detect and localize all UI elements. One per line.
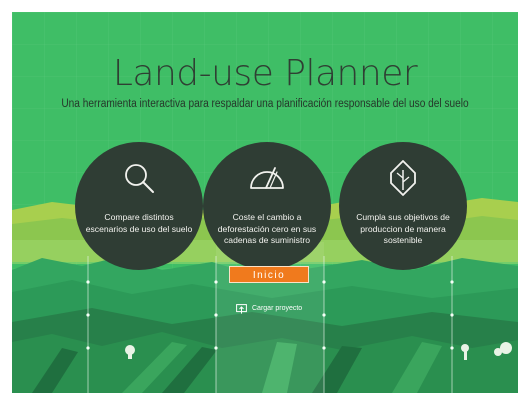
feature-text: Cumpla sus objetivos de produccion de ma… <box>356 212 450 245</box>
landing-screen: Land-use Planner Una herramienta interac… <box>12 12 518 393</box>
gauge-icon <box>250 167 284 189</box>
app-subtitle: Una herramienta interactiva para respald… <box>61 98 469 110</box>
feature-text: Compare distintos escenarios de uso del … <box>85 212 193 234</box>
app-title: Land-use Planner <box>112 53 418 94</box>
start-button[interactable]: Inicio <box>229 266 309 283</box>
search-icon <box>125 164 154 193</box>
feature-cost-deforestation: Coste el cambio a deforestación cero en … <box>203 142 331 270</box>
leaf-icon <box>390 160 416 196</box>
upload-icon <box>236 304 247 314</box>
feature-text: Coste el cambio a deforestación cero en … <box>217 212 317 245</box>
feature-compare-scenarios: Compare distintos escenarios de uso del … <box>75 142 203 270</box>
feature-sustainable-goals: Cumpla sus objetivos de produccion de ma… <box>339 142 467 270</box>
load-project-label: Cargar proyecto <box>252 305 303 312</box>
load-project-link[interactable]: Cargar proyecto <box>236 302 302 316</box>
